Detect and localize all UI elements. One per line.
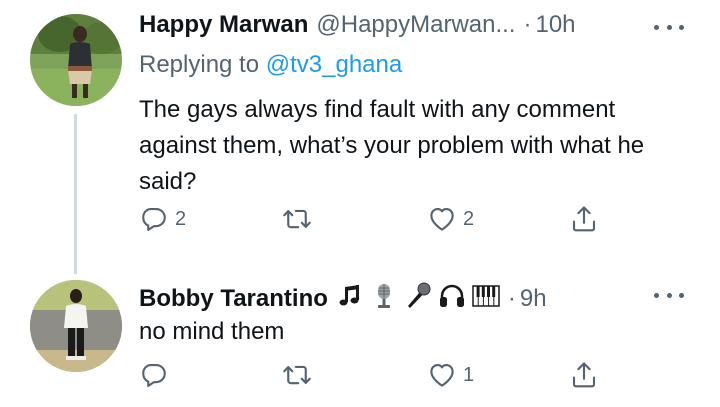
tweet-text: The gays always find fault with any comm… [139,96,645,195]
like-button[interactable]: 2 [427,204,474,234]
heart-icon [430,207,454,231]
heart-icon [430,363,454,387]
avatar[interactable] [30,280,122,372]
like-count: 1 [463,363,475,386]
tweet-text: no mind them [139,318,285,345]
tweet-time[interactable]: 9h [520,284,547,314]
avatar-photo [30,280,122,372]
tweet-time[interactable]: 10h [535,10,575,40]
retweet-icon [283,365,311,385]
share-button[interactable] [569,204,599,234]
like-button[interactable]: 1 [427,360,474,390]
studio-microphone-icon [370,282,398,310]
more-options-icon[interactable] [654,290,684,300]
tweet-actions: 1 [139,360,609,400]
reply-button[interactable]: 2 [139,204,186,234]
name-emojis [336,282,500,310]
retweet-icon [283,209,311,229]
piano-keys-icon [472,282,500,310]
headphones-icon [438,282,466,310]
reply-icon [142,207,166,231]
tweet-actions: 2 2 [139,204,609,244]
tweet-header: Happy Marwan @HappyMarwan... · 10h [139,10,576,40]
retweet-button[interactable] [282,360,318,390]
thread-line [74,114,77,274]
retweet-button[interactable] [282,204,318,234]
author-name[interactable]: Happy Marwan [139,10,308,40]
author-handle[interactable]: @HappyMarwan... [316,10,515,40]
reply-count: 2 [175,207,187,230]
replying-to: Replying to @tv3_ghana [139,50,402,80]
share-button[interactable] [569,360,599,390]
share-icon [572,362,596,388]
avatar-photo [30,14,122,106]
replying-to-label: Replying to [139,51,260,78]
microphone-icon [404,282,432,310]
replying-to-handle-link[interactable]: @tv3_ghana [266,51,402,78]
avatar[interactable] [30,14,122,106]
reply-icon [142,363,166,387]
reply-button[interactable] [139,360,175,390]
share-icon [572,206,596,232]
separator-dot: · [523,11,532,38]
more-options-icon[interactable] [654,22,684,32]
tweet-header: Bobby Tarantino · 9h [139,278,547,314]
author-name[interactable]: Bobby Tarantino [139,284,328,314]
like-count: 2 [463,207,475,230]
musical-notes-icon [336,282,364,310]
separator-dot: · [507,285,516,312]
